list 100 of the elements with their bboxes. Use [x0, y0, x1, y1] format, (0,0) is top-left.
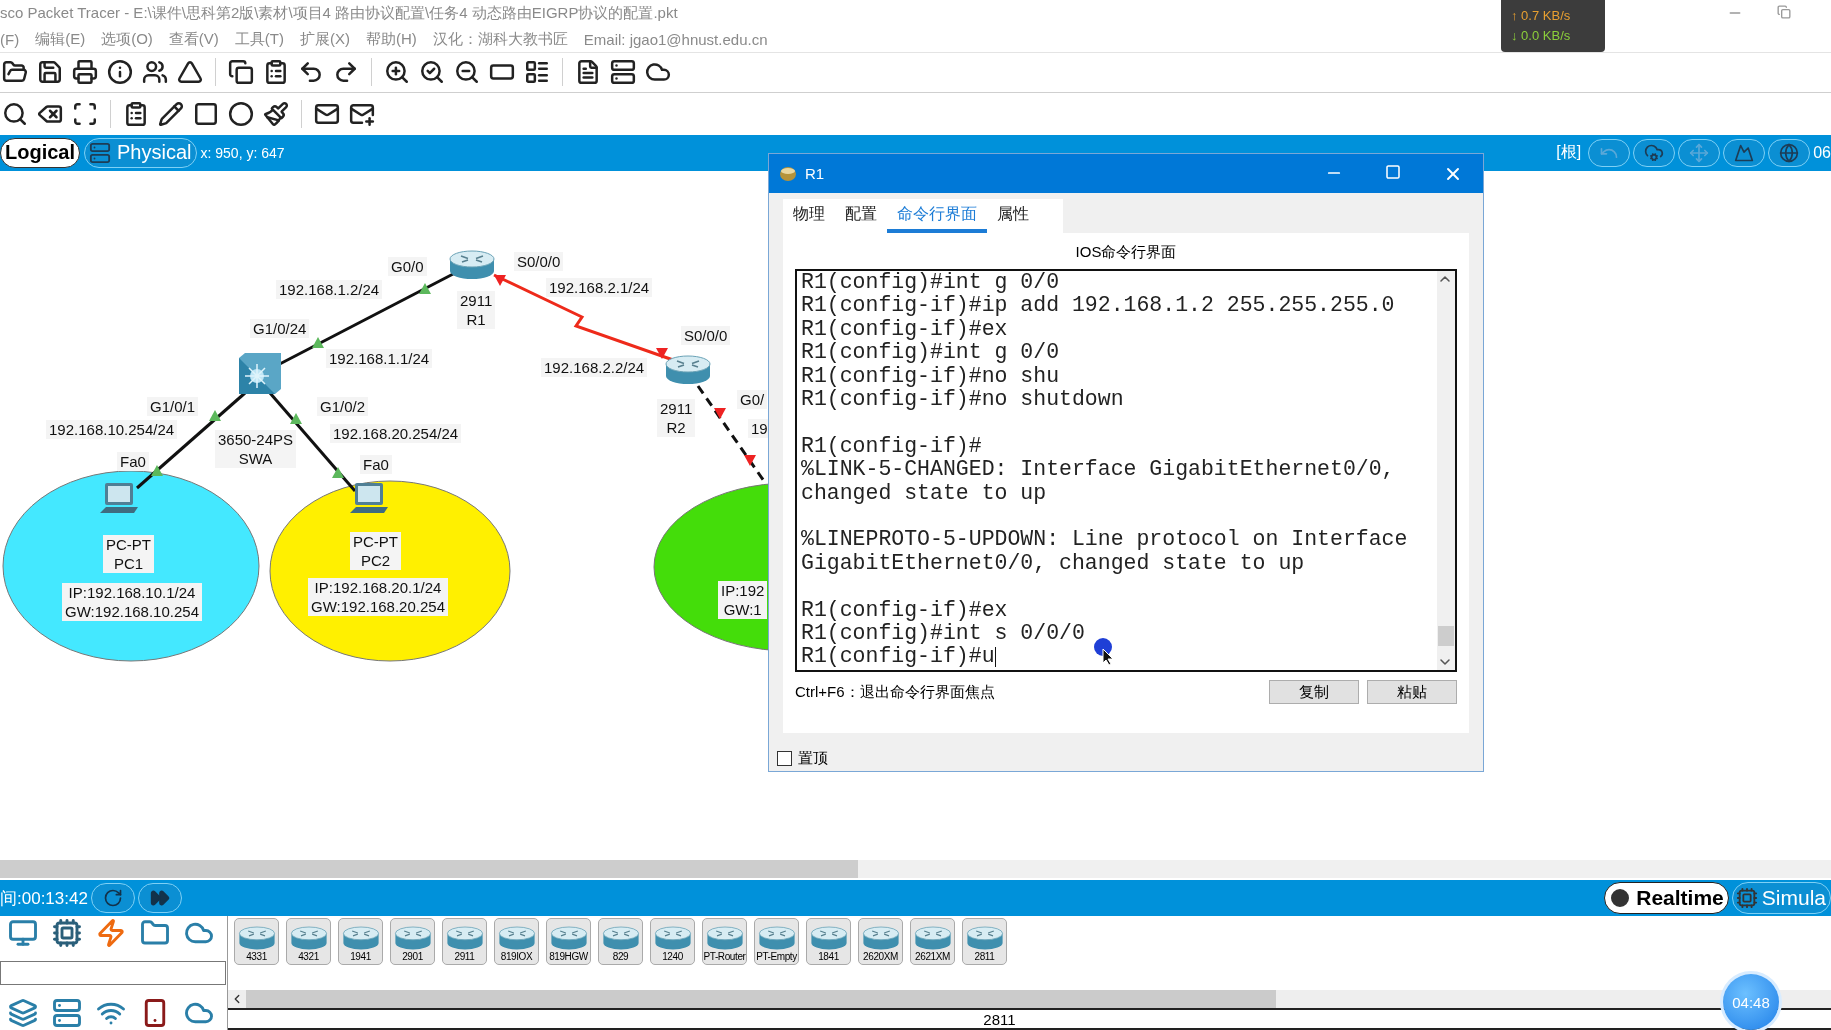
mode-tab[interactable]: Simula	[1731, 882, 1831, 915]
circuit-board-icon[interactable]	[52, 918, 82, 949]
scrollbar-thumb[interactable]	[246, 990, 1276, 1009]
tab[interactable]: 配置	[835, 199, 887, 233]
view-tab[interactable]: Logical	[0, 137, 80, 168]
device-button[interactable]: 819IOX	[494, 918, 539, 966]
background-button[interactable]	[1723, 138, 1766, 167]
device-button[interactable]: 2811	[962, 918, 1007, 966]
copy-icon[interactable]	[228, 59, 254, 86]
globe-button[interactable]	[1768, 138, 1811, 167]
text-cursor	[994, 646, 996, 667]
router-icon[interactable]	[446, 926, 483, 950]
device-button[interactable]: 1841	[806, 918, 851, 966]
device-button[interactable]: 4331	[234, 918, 279, 966]
device-button[interactable]: 2911	[442, 918, 487, 966]
device-button[interactable]: PT-Empty	[754, 918, 799, 966]
device-button[interactable]: 2901	[390, 918, 435, 966]
ellipse-tool-icon[interactable]	[228, 100, 254, 127]
diagram-label: IP:192.168.10.1/24 GW:192.168.10.254	[62, 582, 202, 621]
device-button[interactable]: 2620XM	[858, 918, 903, 966]
info-icon[interactable]	[107, 59, 133, 86]
cursor-coordinates: x: 950, y: 647	[200, 144, 285, 161]
search-field[interactable]	[0, 961, 226, 986]
scrollbar-thumb[interactable]	[0, 860, 858, 879]
router-icon[interactable]	[665, 355, 711, 384]
router-icon[interactable]	[966, 926, 1003, 950]
menu-item[interactable]: 选项(O)	[101, 29, 153, 49]
device-button[interactable]: 829	[598, 918, 643, 966]
router-icon[interactable]	[654, 926, 691, 950]
zoom-out-icon[interactable]	[454, 59, 480, 86]
clipboard-icon[interactable]	[263, 59, 289, 86]
note-icon[interactable]	[123, 100, 149, 127]
brush-icon[interactable]	[263, 100, 289, 127]
view-tab[interactable]: Physical	[84, 137, 197, 168]
router-icon[interactable]	[238, 926, 275, 950]
router-icon[interactable]	[758, 926, 795, 950]
diagram-label: 192.168.2.1/24	[546, 277, 653, 297]
document-icon[interactable]	[575, 59, 601, 86]
computer-icon[interactable]	[100, 482, 138, 513]
device-button[interactable]: 1240	[650, 918, 695, 966]
chip-icon	[1735, 887, 1758, 910]
menu-item[interactable]: 扩展(X)	[300, 29, 350, 49]
save-icon[interactable]	[37, 59, 63, 86]
zoom-reset-icon[interactable]	[419, 59, 445, 86]
tab[interactable]: 属性	[987, 199, 1039, 233]
diagram-label: 2911 R2	[657, 398, 696, 437]
router-icon[interactable]	[498, 926, 535, 950]
router-icon[interactable]	[394, 926, 431, 950]
router-icon[interactable]	[550, 926, 587, 950]
zoom-in-icon[interactable]	[384, 59, 410, 86]
router-icon[interactable]	[862, 926, 899, 950]
switch-icon[interactable]	[239, 352, 281, 394]
terminal-line: R1(config-if)#u	[801, 645, 996, 669]
printer-icon[interactable]	[72, 59, 98, 86]
computer-icon[interactable]	[350, 482, 388, 513]
device-button[interactable]: 1941	[338, 918, 383, 966]
scrollbar-thumb[interactable]	[1438, 626, 1454, 646]
dialog-button[interactable]: 粘贴	[1367, 680, 1457, 704]
terminal-output[interactable]	[795, 269, 1457, 672]
terminal-line: R1(config-if)#	[801, 434, 982, 459]
diagram-label: G0/0	[388, 256, 427, 276]
router-icon[interactable]	[810, 926, 847, 950]
people-icon[interactable]	[142, 59, 168, 86]
restore-icon[interactable]	[1777, 5, 1791, 20]
router-icon[interactable]	[914, 926, 951, 950]
router-icon[interactable]	[449, 250, 495, 279]
select-area-icon[interactable]	[72, 100, 98, 127]
reset-button[interactable]	[90, 883, 135, 914]
triangle-icon[interactable]	[177, 59, 203, 86]
window-title: R1	[805, 165, 825, 182]
mode-tab[interactable]: Realtime	[1604, 882, 1729, 915]
router-icon[interactable]	[290, 926, 327, 950]
menu-item[interactable]: 帮助(H)	[366, 29, 417, 49]
dialog-button[interactable]: 复制	[1269, 680, 1359, 704]
switch-icon[interactable]	[8, 998, 38, 1028]
diagram-label: 192.168.10.254/24	[46, 419, 178, 439]
device-button[interactable]: 819HGW	[546, 918, 591, 966]
list-window-icon[interactable]	[524, 59, 550, 86]
router-icon[interactable]	[706, 926, 743, 950]
terminal-line: R1(config)#int g 0/0	[801, 341, 1060, 365]
menu-item[interactable]: 查看(V)	[168, 29, 219, 49]
device-button[interactable]: 2621XM	[910, 918, 955, 966]
maximize-icon[interactable]	[1385, 163, 1401, 180]
rectangle-tool-icon[interactable]	[193, 100, 219, 127]
search-icon[interactable]	[2, 100, 28, 127]
device-button[interactable]: 4321	[286, 918, 331, 966]
server-icon[interactable]	[610, 59, 636, 86]
computer-icon[interactable]	[8, 918, 38, 949]
device-button[interactable]: PT-Router	[702, 918, 747, 966]
menu-item[interactable]: 编辑(E)	[35, 29, 86, 49]
checkbox[interactable]	[777, 751, 792, 766]
cloud-add-button[interactable]	[1633, 138, 1676, 167]
fast-forward-button[interactable]	[137, 883, 182, 914]
tab[interactable]: 物理	[783, 199, 835, 233]
line-tool-icon[interactable]	[158, 100, 184, 127]
terminal-line: %LINK-5-CHANGED: Interface GigabitEthernet0/0,	[801, 458, 1395, 482]
terminal-line: R1(config-if)#no shutdown	[801, 388, 1124, 412]
shortcut-hint: Ctrl+F6：退出命令行界面焦点	[795, 682, 995, 702]
router-icon[interactable]	[602, 926, 639, 950]
router-icon[interactable]	[342, 926, 379, 950]
